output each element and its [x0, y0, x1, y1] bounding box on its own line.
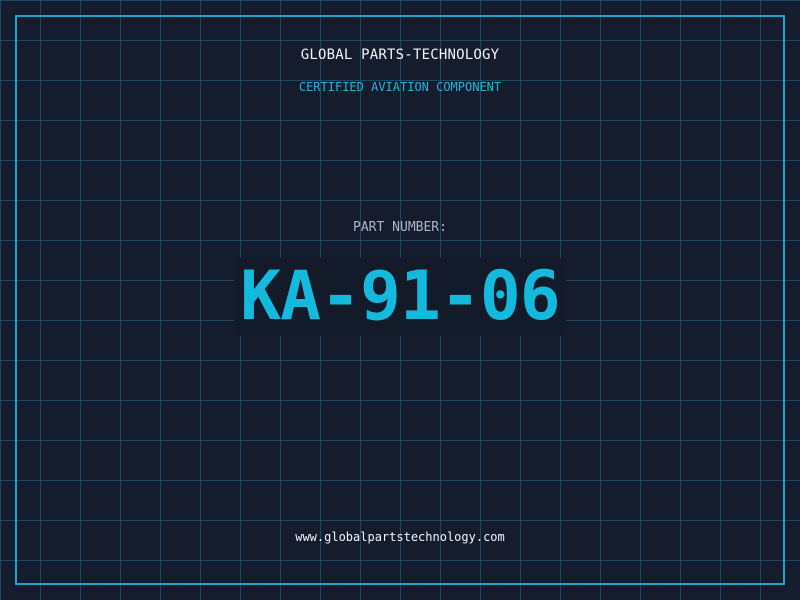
website-url: www.globalpartstechnology.com [295, 530, 505, 544]
part-number-container: KA-91-06 [0, 258, 800, 336]
part-number-label: PART NUMBER: [353, 220, 447, 235]
label-card: GLOBAL PARTS-TECHNOLOGY CERTIFIED AVIATI… [0, 0, 800, 600]
company-name: GLOBAL PARTS-TECHNOLOGY [300, 47, 500, 63]
tagline: CERTIFIED AVIATION COMPONENT [298, 80, 502, 94]
part-number-value: KA-91-06 [234, 258, 566, 336]
